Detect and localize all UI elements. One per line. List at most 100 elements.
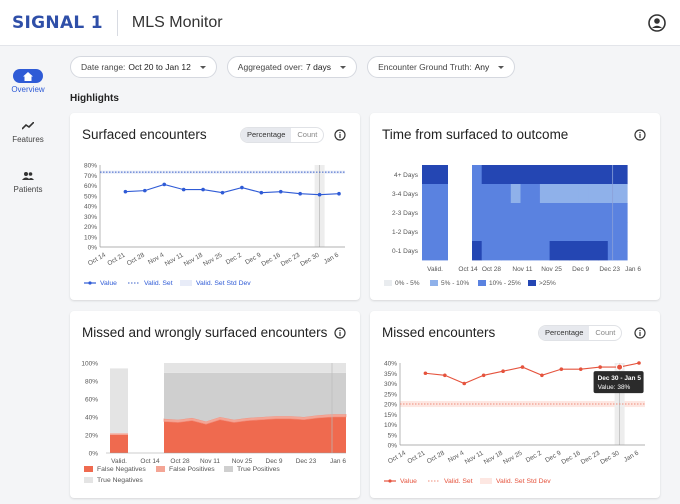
heatmap-cell (530, 222, 541, 242)
data-point (423, 371, 428, 376)
heatmap-cell (422, 203, 448, 223)
heatmap-cell (569, 241, 580, 261)
heatmap-cell (617, 165, 628, 185)
legend-label: 5% - 10% (441, 280, 469, 287)
caret-down-icon (199, 65, 206, 69)
legend-swatch (478, 280, 486, 286)
data-point (123, 189, 128, 194)
heatmap-cell (491, 203, 502, 223)
data-point (181, 187, 186, 192)
heatmap-cell (578, 241, 589, 261)
info-icon[interactable] (334, 327, 346, 339)
card-surfaced-encounters: Surfaced encounters Percentage Count 0% 1… (70, 113, 360, 300)
x-tick-label: Dec 23 (296, 458, 317, 465)
heatmap-cell (530, 241, 541, 261)
filter-bar: Date range: Oct 20 to Jan 12 Aggregated … (70, 56, 516, 78)
legend-swatch (224, 466, 233, 472)
heatmap-cell (520, 184, 531, 204)
toggle-count[interactable]: Count (589, 326, 621, 340)
y-tick-label: 50% (84, 193, 97, 200)
heatmap-cell (549, 165, 560, 185)
heatmap-cell (539, 222, 550, 242)
percentage-count-toggle[interactable]: Percentage Count (240, 127, 325, 143)
heatmap-cell (569, 165, 580, 185)
x-tick-label: Oct 21 (406, 449, 426, 465)
tooltip-range: Dec 30 - Jan 5 (598, 375, 642, 382)
info-icon[interactable] (634, 327, 646, 339)
heatmap-cell (472, 165, 483, 185)
filter-value: Any (474, 62, 490, 72)
time-heatmap: 4+ Days 3-4 Days 2-3 Days 1-2 Days 0-1 Days V… (384, 165, 641, 287)
y-tick-label: 70% (84, 173, 97, 180)
nav-features[interactable]: Features (0, 119, 56, 144)
x-tick-label: Nov 4 (147, 251, 166, 266)
heatmap-cell (530, 203, 541, 223)
legend-swatch (528, 280, 536, 286)
missed-chart: 0% 5% 10% 15% 20% 25% 30% 35% 40% Oct 14 Oct 21 Oct… (384, 361, 645, 485)
toggle-count[interactable]: Count (291, 128, 323, 142)
heatmap-cell (588, 165, 599, 185)
x-tick-label: Nov 25 (502, 449, 524, 466)
x-tick-label: Dec 30 (599, 449, 621, 466)
y-tick-label: 20% (384, 402, 397, 409)
x-tick-label: Oct 28 (126, 251, 146, 267)
filter-label: Encounter Ground Truth: (378, 62, 472, 72)
data-point (220, 190, 225, 195)
x-tick-label: Dec 2 (225, 251, 244, 266)
section-title: Highlights (70, 93, 119, 104)
ground-truth-filter[interactable]: Encounter Ground Truth: Any (367, 56, 516, 78)
x-tick-label: Jan 6 (323, 251, 341, 265)
trend-icon (13, 119, 43, 133)
percentage-count-toggle[interactable]: Percentage Count (538, 325, 623, 341)
nav-label: Features (12, 135, 44, 144)
heatmap-cell (598, 241, 609, 261)
valid-bar-segment (110, 433, 128, 435)
heatmap-cell (569, 184, 580, 204)
legend-value-dot (88, 281, 92, 285)
data-point (298, 191, 302, 196)
heatmap-cell (549, 222, 560, 242)
x-tick-label: Dec 23 (280, 251, 302, 268)
nav-patients[interactable]: Patients (0, 169, 56, 194)
aggregation-filter[interactable]: Aggregated over: 7 days (226, 56, 358, 78)
heatmap-cell (617, 184, 628, 204)
heatmap-cell (501, 222, 512, 242)
y-tick-label: 60% (85, 397, 98, 404)
legend-label: 0% - 5% (395, 280, 420, 287)
heatmap-cell (472, 184, 483, 204)
heatmap-cell (559, 165, 570, 185)
missed-wrong-area-chart: 0% 20% 40% 60% 80% 100% Valid. Oct 14 Oct 28 Nov … (81, 361, 346, 485)
heatmap-cell (520, 222, 531, 242)
brand-logo[interactable]: SIGNAL 1 (12, 13, 103, 33)
surfaced-chart: 0% 10% 20% 30% 40% 50% 60% 70% 80% Oct 14 Oct 21 Oc… (84, 163, 345, 287)
heatmap-cell (539, 165, 550, 185)
heatmap-cell (569, 222, 580, 242)
toggle-percentage[interactable]: Percentage (241, 128, 292, 142)
x-tick-label: Nov 18 (483, 449, 505, 466)
legend-std-swatch (480, 478, 492, 484)
heatmap-cell (501, 203, 512, 223)
data-point (337, 191, 341, 196)
y-tick-label: 0% (88, 245, 98, 252)
heatmap-cell (491, 241, 502, 261)
info-icon[interactable] (634, 129, 646, 141)
legend-value-dot (388, 479, 392, 483)
people-icon (13, 169, 43, 183)
x-tick-label: Dec 2 (525, 449, 544, 464)
data-point (598, 365, 602, 369)
info-icon[interactable] (334, 129, 346, 141)
nav-label: Patients (13, 185, 43, 194)
account-icon[interactable] (648, 14, 666, 32)
heatmap-cell (510, 222, 521, 242)
toggle-percentage[interactable]: Percentage (539, 326, 590, 340)
heatmap-cell (598, 184, 609, 204)
legend-label: Valid. Set Std Dev (496, 478, 551, 485)
data-point (201, 187, 205, 192)
brand-divider (116, 9, 118, 36)
heatmap-cell (559, 222, 570, 242)
heatmap-cell (617, 222, 628, 242)
heatmap-cell (588, 241, 599, 261)
filter-label: Aggregated over: (237, 62, 304, 72)
date-range-filter[interactable]: Date range: Oct 20 to Jan 12 (70, 56, 217, 78)
nav-overview[interactable]: Overview (0, 69, 56, 94)
